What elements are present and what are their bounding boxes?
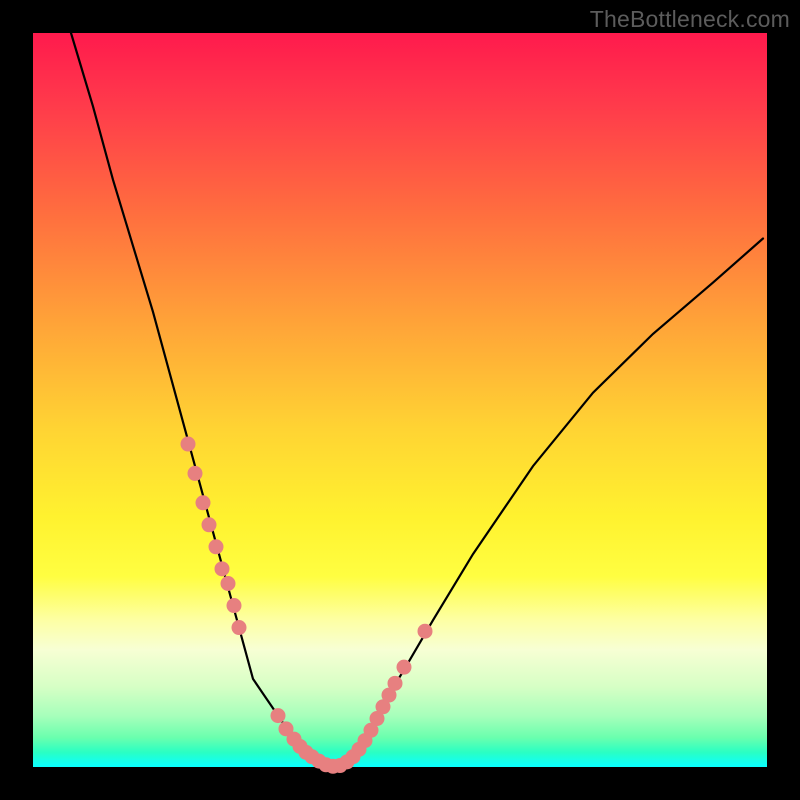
- highlight-dot: [202, 517, 217, 532]
- highlight-dot: [232, 620, 247, 635]
- highlight-dot: [221, 576, 236, 591]
- left-curve-path: [71, 33, 315, 757]
- highlight-dot: [271, 708, 286, 723]
- highlight-dots-group: [181, 437, 433, 774]
- highlight-dot: [196, 495, 211, 510]
- highlight-dot: [181, 437, 196, 452]
- highlight-dot: [418, 624, 433, 639]
- highlight-dot: [388, 676, 403, 691]
- highlight-dot: [227, 598, 242, 613]
- highlight-dot: [215, 561, 230, 576]
- highlight-dot: [188, 466, 203, 481]
- curve-lines: [71, 33, 763, 766]
- watermark-text: TheBottleneck.com: [590, 6, 790, 33]
- chart-frame: TheBottleneck.com: [0, 0, 800, 800]
- highlight-dot: [397, 660, 412, 675]
- chart-svg: [33, 33, 767, 767]
- highlight-dot: [209, 539, 224, 554]
- right-curve-path: [349, 239, 763, 761]
